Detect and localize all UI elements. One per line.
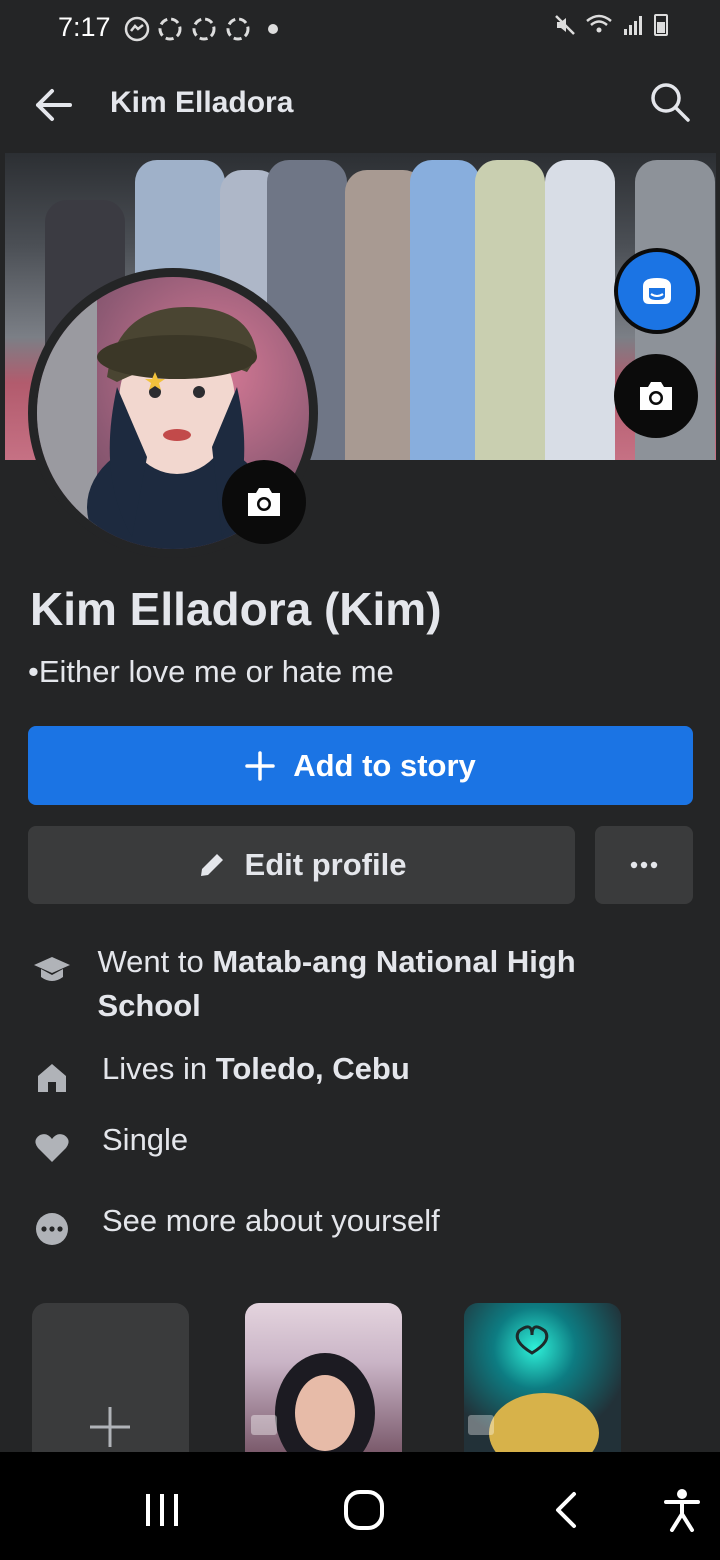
change-profile-picture-button[interactable]: [222, 460, 306, 544]
camera-icon: [248, 488, 280, 516]
accessibility-button[interactable]: [654, 1482, 710, 1538]
recycle-icon: [226, 17, 250, 41]
status-time: 7:17: [58, 12, 111, 42]
featured-story-card[interactable]: [245, 1303, 402, 1453]
page-title: Kim Elladora: [110, 86, 294, 119]
mute-icon: [555, 15, 575, 35]
home-icon: [30, 1055, 74, 1099]
system-icons: [554, 14, 668, 36]
accessibility-icon: [664, 1489, 700, 1532]
ellipsis-circle-icon: [30, 1207, 74, 1251]
detail-lives-in[interactable]: Lives in Toledo, Cebu: [30, 1047, 680, 1099]
heart-icon: [30, 1126, 74, 1170]
more-options-button[interactable]: [595, 826, 693, 904]
edit-profile-button[interactable]: Edit profile: [28, 826, 575, 904]
recycle-icon: [192, 17, 216, 41]
detail-relationship-text: Single: [102, 1122, 189, 1157]
lives-place: Toledo, Cebu: [215, 1051, 410, 1086]
wifi-icon: [586, 14, 612, 33]
status-bar: 7:17: [0, 0, 720, 56]
system-navigation-bar: [0, 1452, 720, 1560]
detail-education[interactable]: Went to Matab-ang National High School: [30, 940, 680, 1028]
ellipsis-icon: [630, 861, 658, 869]
detail-see-more[interactable]: See more about yourself: [30, 1199, 680, 1251]
add-to-story-label: Add to story: [293, 747, 476, 783]
create-avatar-button[interactable]: [614, 248, 700, 334]
recent-apps-button[interactable]: [134, 1482, 190, 1538]
featured-story-card[interactable]: [464, 1303, 621, 1453]
edit-profile-label: Edit profile: [244, 847, 407, 882]
detail-lives-in-text: Lives in Toledo, Cebu: [102, 1047, 410, 1099]
see-more-text: See more about yourself: [102, 1203, 440, 1238]
pencil-icon: [200, 854, 223, 876]
home-button[interactable]: [336, 1482, 392, 1538]
signal-icon: [624, 16, 642, 35]
profile-name: Kim Elladora (Kim): [30, 583, 442, 635]
notification-icons: [124, 16, 278, 42]
camera-icon: [640, 382, 672, 410]
add-featured-story-card[interactable]: [32, 1303, 189, 1453]
story-photo-illustration: [468, 1325, 599, 1453]
more-notifications-dot: [268, 24, 278, 34]
profile-bio: •Either love me or hate me: [28, 654, 394, 689]
arrow-left-icon: [36, 89, 72, 121]
detail-education-text: Went to Matab-ang National High School: [97, 940, 680, 1028]
search-button[interactable]: [648, 80, 692, 124]
lives-prefix: Lives in: [102, 1051, 216, 1086]
chevron-left-icon: [556, 1492, 576, 1528]
recent-apps-icon: [146, 1494, 178, 1526]
back-button[interactable]: [28, 80, 78, 130]
search-icon: [651, 83, 690, 122]
app-bar: Kim Elladora: [0, 56, 720, 152]
education-prefix: Went to: [97, 944, 213, 979]
change-cover-photo-button[interactable]: [614, 354, 698, 438]
home-nav-icon: [344, 1490, 384, 1530]
back-nav-button[interactable]: [540, 1482, 596, 1538]
plus-icon: [245, 750, 275, 781]
detail-relationship[interactable]: Single: [30, 1118, 680, 1170]
graduation-cap-icon: [30, 948, 73, 992]
add-to-story-button[interactable]: Add to story: [28, 726, 693, 805]
battery-icon: [654, 14, 668, 36]
story-photo-illustration: [251, 1353, 375, 1453]
avatar-face-icon: [643, 278, 671, 304]
recycle-icon: [158, 17, 182, 41]
plus-icon: [90, 1407, 130, 1447]
messenger-icon: [124, 16, 150, 42]
